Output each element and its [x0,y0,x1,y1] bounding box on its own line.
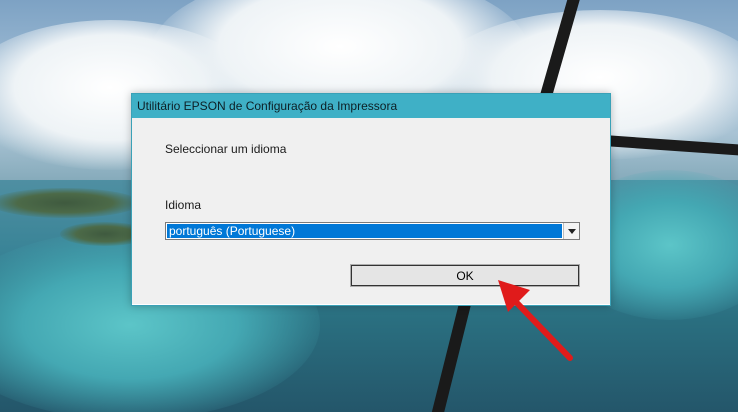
red-arrow-icon [498,280,573,361]
chevron-down-icon[interactable] [563,223,579,239]
language-select-value[interactable]: português (Portuguese) [167,224,562,238]
dialog-title: Utilitário EPSON de Configuração da Impr… [137,99,398,113]
language-select[interactable]: português (Portuguese) [165,222,580,240]
language-label: Idioma [165,198,202,212]
dialog-titlebar[interactable]: Utilitário EPSON de Configuração da Impr… [132,94,610,118]
select-language-prompt: Seleccionar um idioma [165,142,287,156]
